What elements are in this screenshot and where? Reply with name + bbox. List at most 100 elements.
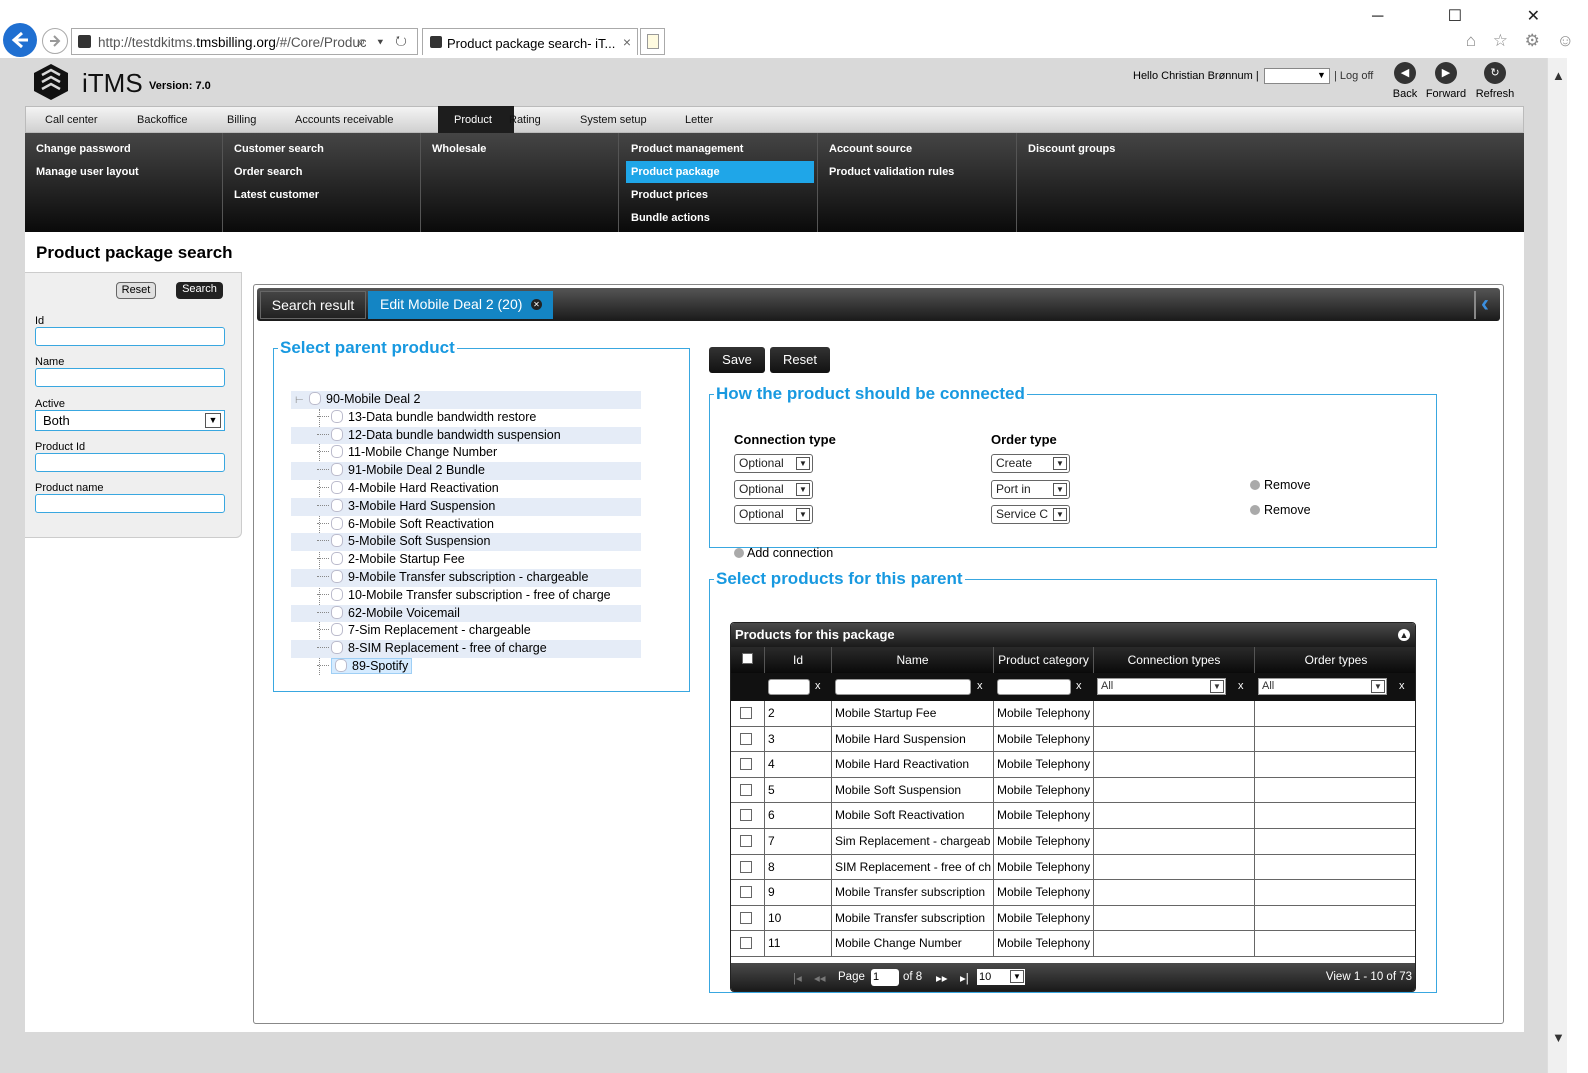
submenu-manage-user-layout[interactable]: Manage user layout xyxy=(36,166,139,178)
address-bar-icons[interactable]: ⌕ ▾ ↻ xyxy=(358,33,411,50)
reset-button[interactable]: Reset xyxy=(770,347,830,373)
header-id[interactable]: Id xyxy=(765,647,832,673)
app-refresh-button[interactable]: ↻ Refresh xyxy=(1470,62,1520,100)
browser-tab[interactable]: Product package search- iT... × xyxy=(422,28,638,55)
filter-id-input[interactable] xyxy=(768,679,810,695)
table-row[interactable]: 2 Mobile Startup Fee Mobile Telephony xyxy=(731,701,1415,727)
connection-type-select[interactable]: Optional ▼ xyxy=(734,480,813,499)
tree-node[interactable]: 12-Data bundle bandwidth suspension xyxy=(291,426,641,445)
submenu-customer-search[interactable]: Customer search xyxy=(234,143,324,155)
new-tab-button[interactable] xyxy=(640,28,665,55)
tree-node[interactable]: 7-Sim Replacement - chargeable xyxy=(291,622,641,640)
tab-close-icon[interactable]: × xyxy=(623,34,631,50)
page-size-select[interactable]: 10 ▼ xyxy=(977,969,1025,985)
filter-name-input[interactable] xyxy=(835,679,971,695)
row-checkbox[interactable] xyxy=(740,758,752,771)
collapse-up-icon[interactable]: ▲ xyxy=(1398,629,1410,641)
clear-id-filter[interactable]: x xyxy=(815,680,821,692)
table-row[interactable]: 7 Sim Replacement - chargeab Mobile Teleph… xyxy=(731,828,1415,855)
submenu-bundle-actions[interactable]: Bundle actions xyxy=(631,212,710,224)
active-select[interactable]: Both ▼ xyxy=(35,410,225,431)
submenu-change-password[interactable]: Change password xyxy=(36,143,131,155)
tree-node[interactable]: 91-Mobile Deal 2 Bundle xyxy=(291,462,641,480)
user-select[interactable]: ▼ xyxy=(1264,68,1330,84)
submenu-product-management[interactable]: Product management xyxy=(631,143,743,155)
page-scrollbar[interactable]: ▲ ▼ xyxy=(1547,58,1567,1073)
clear-category-filter[interactable]: x xyxy=(1076,680,1082,692)
tree-node[interactable]: 13-Data bundle bandwidth restore xyxy=(291,409,641,427)
tree-root[interactable]: ⊢ 90-Mobile Deal 2 xyxy=(291,391,641,409)
tree-node[interactable]: 8-SIM Replacement - free of charge xyxy=(291,640,641,658)
header-product-category[interactable]: Product category xyxy=(994,647,1094,673)
window-controls[interactable]: ─ ☐ ✕ xyxy=(1372,6,1570,26)
clear-order-filter[interactable]: x xyxy=(1399,680,1405,692)
table-row[interactable]: 9 Mobile Transfer subscription Mobile Tele… xyxy=(731,880,1415,906)
connection-type-select[interactable]: Optional ▼ xyxy=(734,454,813,473)
header-order-types[interactable]: Order types xyxy=(1255,647,1415,673)
table-row[interactable]: 5 Mobile Soft Suspension Mobile Telephony xyxy=(731,777,1415,804)
add-connection-link[interactable]: Add connection xyxy=(734,546,833,560)
submenu-latest-customer[interactable]: Latest customer xyxy=(234,189,319,201)
row-checkbox[interactable] xyxy=(740,886,752,899)
tree-node[interactable]: 6-Mobile Soft Reactivation xyxy=(291,516,641,534)
submenu-wholesale[interactable]: Wholesale xyxy=(432,143,486,155)
submenu-order-search[interactable]: Order search xyxy=(234,166,302,178)
submenu-product-prices[interactable]: Product prices xyxy=(631,189,708,201)
scroll-up-icon[interactable]: ▲ xyxy=(1552,68,1565,83)
page-input[interactable]: 1 xyxy=(871,969,899,986)
save-button[interactable]: Save xyxy=(709,347,765,373)
table-row[interactable]: 6 Mobile Soft Reactivation Mobile Telephon… xyxy=(731,803,1415,829)
tree-node[interactable]: 3-Mobile Hard Suspension xyxy=(291,497,641,516)
row-checkbox[interactable] xyxy=(740,809,752,822)
tree-node[interactable]: 9-Mobile Transfer subscription - chargea… xyxy=(291,568,641,587)
submenu-discount-groups[interactable]: Discount groups xyxy=(1028,143,1115,155)
filter-category-input[interactable] xyxy=(997,679,1071,695)
submenu-account-source[interactable]: Account source xyxy=(829,143,912,155)
menu-rating[interactable]: Rating xyxy=(509,114,541,126)
table-row[interactable]: 3 Mobile Hard Suspension Mobile Telephony xyxy=(731,726,1415,753)
connection-type-select[interactable]: Optional ▼ xyxy=(734,505,813,524)
row-checkbox[interactable] xyxy=(740,732,752,745)
menu-system-setup[interactable]: System setup xyxy=(580,114,647,126)
tree-node[interactable]: 62-Mobile Voicemail xyxy=(291,604,641,623)
tab-search-result[interactable]: Search result xyxy=(260,291,366,319)
remove-connection-link[interactable]: Remove xyxy=(1250,503,1311,517)
submenu-product-validation-rules[interactable]: Product validation rules xyxy=(829,166,954,178)
chevron-left-icon[interactable]: ‹ xyxy=(1474,291,1494,319)
search-reset-button[interactable]: Reset xyxy=(116,282,156,299)
browser-back-button[interactable] xyxy=(3,23,37,57)
tree-node[interactable]: 11-Mobile Change Number xyxy=(291,444,641,462)
tree-expand-icon[interactable]: ⊢ xyxy=(291,392,309,410)
menu-accounts-receivable[interactable]: Accounts receivable xyxy=(295,114,393,126)
name-input[interactable] xyxy=(35,368,225,387)
row-checkbox[interactable] xyxy=(740,783,752,796)
address-bar[interactable]: http://testdkitms.tmsbilling.org/#/Core/… xyxy=(71,28,418,55)
product-name-input[interactable] xyxy=(35,494,225,513)
select-all-checkbox[interactable] xyxy=(742,653,753,664)
row-checkbox[interactable] xyxy=(740,707,752,719)
app-forward-button[interactable]: ▶ Forward xyxy=(1421,62,1471,100)
menu-backoffice[interactable]: Backoffice xyxy=(137,114,188,126)
order-type-select[interactable]: Service C ▼ xyxy=(991,505,1070,524)
header-name[interactable]: Name xyxy=(832,647,994,673)
logoff-link[interactable]: | Log off xyxy=(1334,70,1373,82)
close-icon[interactable]: ✕ xyxy=(531,299,542,310)
tree-node[interactable]: 4-Mobile Hard Reactivation xyxy=(291,480,641,498)
prev-page-icon[interactable]: ◂◂ xyxy=(814,971,826,985)
order-type-select[interactable]: Create ▼ xyxy=(991,454,1070,473)
menu-billing[interactable]: Billing xyxy=(227,114,256,126)
tree-node[interactable]: 2-Mobile Startup Fee xyxy=(291,551,641,569)
search-button[interactable]: Search xyxy=(176,282,223,299)
submenu-product-package[interactable]: Product package xyxy=(631,166,720,178)
id-input[interactable] xyxy=(35,327,225,346)
header-select-all[interactable] xyxy=(731,647,765,673)
tree-node-selected[interactable]: 89-Spotify xyxy=(291,657,641,676)
scroll-down-icon[interactable]: ▼ xyxy=(1552,1030,1565,1045)
filter-connection-select[interactable]: All ▼ xyxy=(1097,678,1226,695)
tree-node[interactable]: 10-Mobile Transfer subscription - free o… xyxy=(291,587,641,605)
menu-product[interactable]: Product xyxy=(432,114,508,126)
remove-connection-link[interactable]: Remove xyxy=(1250,478,1311,492)
next-page-icon[interactable]: ▸▸ xyxy=(936,971,948,985)
row-checkbox[interactable] xyxy=(740,834,752,847)
menu-letter[interactable]: Letter xyxy=(685,114,713,126)
